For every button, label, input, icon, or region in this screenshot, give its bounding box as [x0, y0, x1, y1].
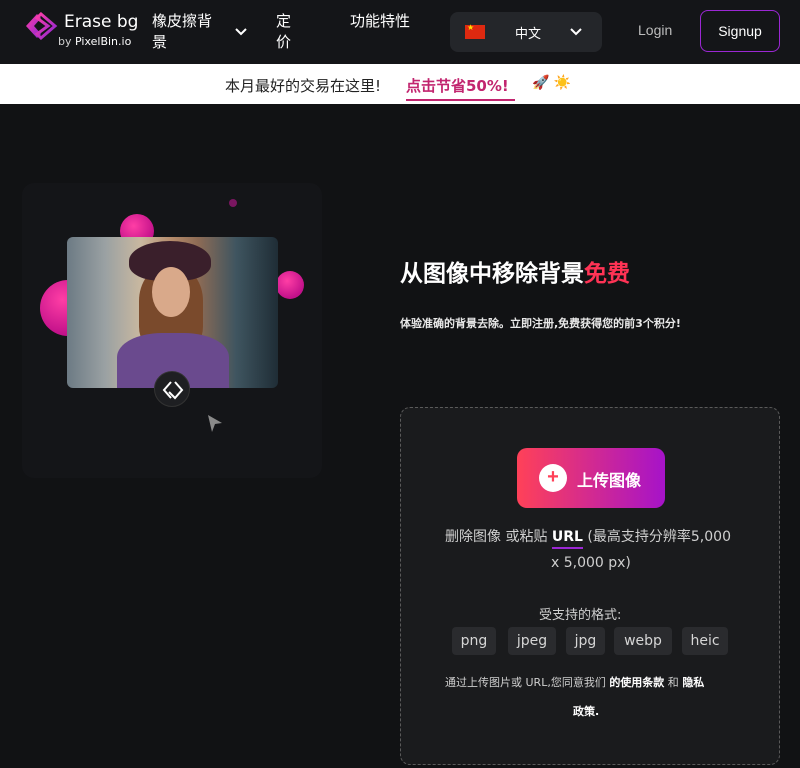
paste-url-link[interactable]: URL [552, 529, 583, 545]
brand-title: Erase bg [64, 12, 139, 32]
upload-button-label: 上传图像 [577, 473, 642, 490]
page-title: 从图像中移除背景免费 [400, 254, 630, 288]
erase-bg-badge-icon [154, 371, 190, 407]
page-subtitle: 体验准确的背景去除。立即注册,免费获得您的前3个积分! [400, 317, 681, 330]
language-label: 中文 [515, 27, 542, 42]
login-link[interactable]: Login [638, 22, 672, 38]
terms-and: 和 [664, 676, 683, 689]
plus-icon: + [539, 464, 567, 492]
erase-bg-logo[interactable]: Erase bg by PixelBin.io [24, 10, 144, 54]
chevron-down-icon [570, 28, 582, 36]
format-chip-heic: heic [682, 627, 728, 655]
china-flag-icon [465, 23, 485, 39]
nav-item-background-eraser[interactable]: 橡皮擦背景 [152, 11, 224, 53]
signup-button[interactable]: Signup [700, 10, 780, 52]
nav-item-features[interactable]: 功能特性 [350, 11, 410, 32]
upload-image-button[interactable]: + 上传图像 [517, 448, 665, 508]
format-chip-jpeg: jpeg [508, 627, 556, 655]
upload-dropzone[interactable]: + 上传图像 删除图像 或粘贴 URL (最高支持分辨率5,000 x 5,00… [400, 407, 780, 765]
terms-prefix: 通过上传图片或 URL,您同意我们 [445, 676, 610, 689]
headline-text: 从图像中移除背景 [400, 261, 584, 287]
drop-instructions: 删除图像 或粘贴 URL (最高支持分辨率5,000 [445, 526, 731, 546]
brand-company: PixelBin.io [75, 35, 132, 48]
format-chip-jpg: jpg [566, 627, 605, 655]
drop-prefix: 删除图像 或粘贴 [445, 529, 552, 545]
decorative-circle [276, 271, 304, 299]
language-selector[interactable]: 中文 [450, 12, 602, 52]
format-chip-webp: webp [614, 627, 672, 655]
formats-title: 受支持的格式: [539, 608, 622, 623]
drop-resolution: x 5,000 px) [551, 555, 631, 571]
top-navbar: Erase bg by PixelBin.io 橡皮擦背景 定价 功能特性 中文… [0, 0, 800, 64]
privacy-link[interactable]: 隐私 [682, 676, 704, 689]
format-chip-png: png [452, 627, 496, 655]
photo-face [152, 267, 190, 317]
brand-byline: by PixelBin.io [58, 35, 131, 48]
promo-banner: 本月最好的交易在这里! 点击节省50%! 🚀 ☀️ [0, 64, 800, 104]
promo-link[interactable]: 点击节省50%! [406, 75, 515, 101]
chevron-down-icon[interactable] [234, 27, 248, 37]
terms-of-use-link[interactable]: 的使用条款 [609, 676, 664, 689]
promo-text: 本月最好的交易在这里! [225, 77, 382, 95]
headline-accent: 免费 [584, 261, 630, 287]
decorative-dot [229, 199, 237, 207]
nav-item-pricing[interactable]: 定价 [276, 11, 296, 53]
brand-by: by [58, 35, 72, 48]
rocket-sun-emoji: 🚀 ☀️ [532, 75, 572, 91]
terms-notice: 通过上传图片或 URL,您同意我们 的使用条款 和 隐私 [445, 674, 704, 690]
drop-suffix: (最高支持分辨率5,000 [582, 529, 731, 545]
erase-bg-logo-icon [26, 12, 58, 40]
mouse-cursor-icon [208, 415, 222, 432]
privacy-policy-link[interactable]: 政策. [573, 703, 599, 719]
sample-photo-woman-in-hat [67, 237, 278, 388]
logo-outline-icon [162, 381, 184, 400]
